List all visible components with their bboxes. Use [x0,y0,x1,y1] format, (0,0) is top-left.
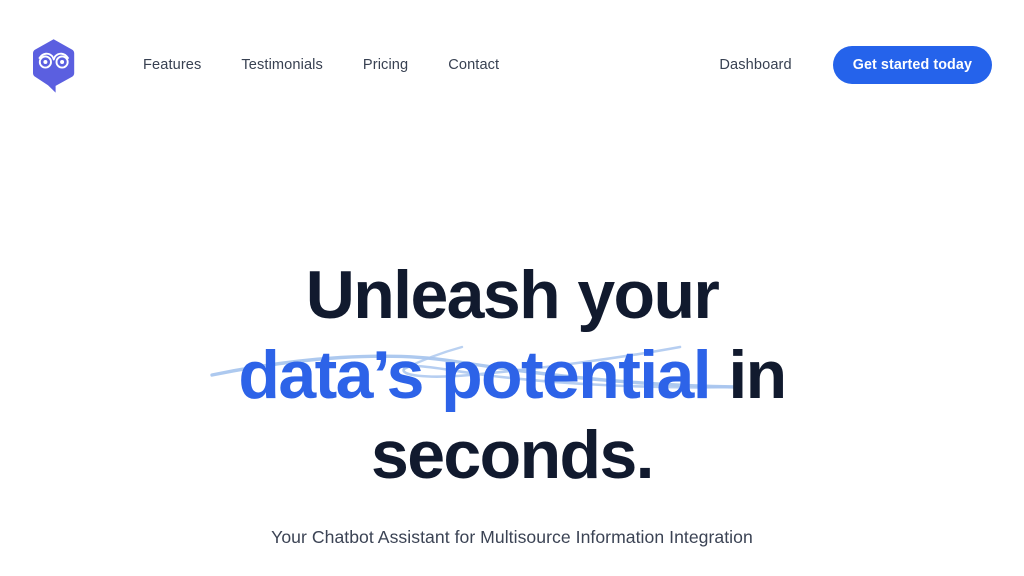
hero-headline: Unleash your data’s potential in seconds… [0,255,1024,495]
headline-line-2-rest: in [710,337,787,413]
nav-link-contact[interactable]: Contact [428,50,519,81]
primary-navigation: Features Testimonials Pricing Contact [123,50,519,81]
landing-page: Features Testimonials Pricing Contact Da… [0,0,1024,576]
header-actions: Dashboard Get started today [701,46,992,84]
headline-accent: data’s potential [238,337,711,413]
nav-link-testimonials[interactable]: Testimonials [221,50,343,81]
hero-section: Unleash your data’s potential in seconds… [0,130,1024,551]
brand-logo-link[interactable] [32,34,80,98]
headline-line-1: Unleash your [305,257,720,333]
headline-line-2: data’s potential in [0,335,1024,415]
nav-link-features[interactable]: Features [123,50,221,81]
site-header: Features Testimonials Pricing Contact Da… [0,0,1024,130]
hero-subtitle: Your Chatbot Assistant for Multisource I… [271,527,753,547]
owl-logo-icon [33,39,75,93]
nav-link-dashboard[interactable]: Dashboard [701,50,809,81]
get-started-button[interactable]: Get started today [832,46,992,84]
nav-link-pricing[interactable]: Pricing [343,50,428,81]
headline-line-3: seconds. [371,417,655,493]
